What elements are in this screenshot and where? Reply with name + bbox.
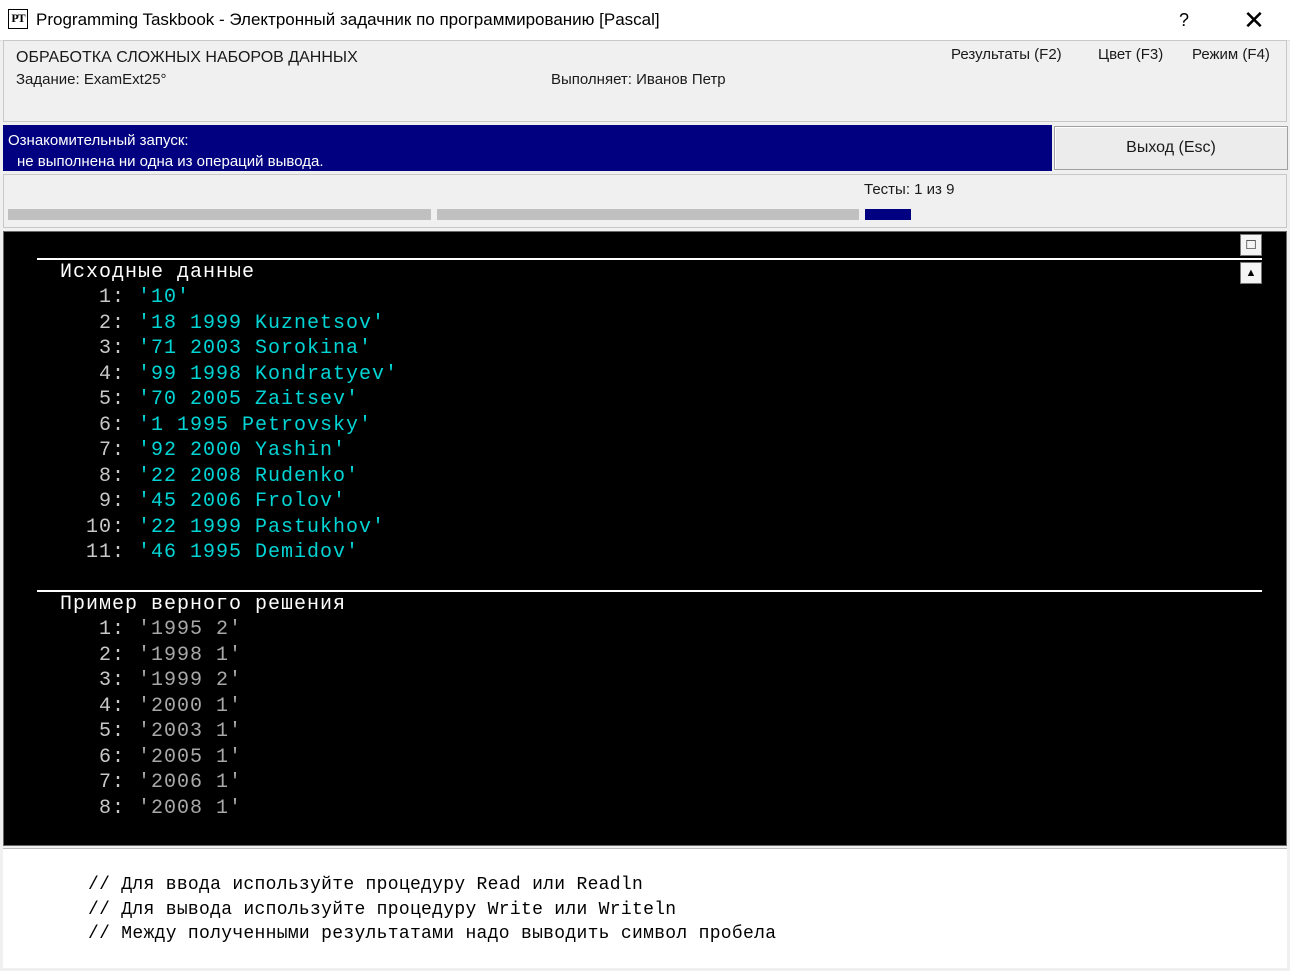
status-message: Ознакомительный запуск: не выполнена ни … <box>3 125 1052 171</box>
string-value: '2003 1' <box>138 720 243 743</box>
string-value: '1998 1' <box>138 643 243 667</box>
list-item: 3: '71 2003 Sorokina' <box>60 336 398 362</box>
comment-lines: // Для ввода используйте процедуру Read … <box>88 873 776 947</box>
line-number: 6: <box>60 413 139 437</box>
line-number: 5: <box>60 720 139 743</box>
list-item: 2: '1998 1' <box>60 643 242 669</box>
line-number: 6: <box>60 745 139 769</box>
string-value: '92 2000 Yashin' <box>138 439 347 462</box>
close-button[interactable]: ✕ <box>1232 4 1276 36</box>
string-value: '2006 1' <box>138 771 243 794</box>
line-number: 7: <box>60 439 139 462</box>
line-number: 2: <box>60 643 139 667</box>
data-console: □ ▲ Исходные данные 1: '10' 2: '18 1999 … <box>3 231 1287 846</box>
line-number: 5: <box>60 388 139 411</box>
status-line-2: не выполнена ни одна из операций вывода. <box>17 153 324 170</box>
string-value: '1995 2' <box>138 618 243 641</box>
list-item: 7: '2006 1' <box>60 770 242 796</box>
string-value: '10' <box>138 286 191 309</box>
list-item: 8: '2008 1' <box>60 796 242 822</box>
tests-label: Тесты: 1 из 9 <box>864 181 955 198</box>
list-item: 1: '1995 2' <box>60 617 242 643</box>
list-item: 6: '1 1995 Petrovsky' <box>60 413 398 439</box>
line-number: 11: <box>60 541 139 564</box>
window-title: Programming Taskbook - Электронный задач… <box>36 10 660 29</box>
list-item: 4: '2000 1' <box>60 694 242 720</box>
string-value: '71 2003 Sorokina' <box>138 337 373 360</box>
color-link[interactable]: Цвет (F3) <box>1098 46 1163 63</box>
string-value: '1999 2' <box>138 669 243 692</box>
list-item: 11: '46 1995 Demidov' <box>60 540 398 566</box>
list-item: 1: '10' <box>60 285 398 311</box>
line-number: 7: <box>60 771 139 794</box>
list-item: 4: '99 1998 Kondratyev' <box>60 362 398 388</box>
line-number: 10: <box>60 515 139 539</box>
test-progress-bar[interactable] <box>8 209 431 220</box>
comment-line: // Для вывода используйте процедуру Writ… <box>88 899 677 920</box>
list-item: 8: '22 2008 Rudenko' <box>60 464 398 490</box>
line-number: 1: <box>60 286 139 309</box>
scroll-up-icon[interactable]: ▲ <box>1240 262 1262 284</box>
section-title: ОБРАБОТКА СЛОЖНЫХ НАБОРОВ ДАННЫХ <box>16 49 358 66</box>
tests-panel: Тесты: 1 из 9 <box>3 174 1287 228</box>
line-number: 2: <box>60 311 139 335</box>
task-header: ОБРАБОТКА СЛОЖНЫХ НАБОРОВ ДАННЫХ Задание… <box>3 40 1287 122</box>
list-item: 5: '70 2005 Zaitsev' <box>60 387 398 413</box>
input-list: 1: '10' 2: '18 1999 Kuznetsov' 3: '71 20… <box>60 285 398 566</box>
test-progress-current[interactable] <box>865 209 911 220</box>
line-number: 8: <box>60 796 139 820</box>
input-heading: Исходные данные <box>60 261 256 284</box>
string-value: '99 1998 Kondratyev' <box>138 362 399 386</box>
title-bar: PT Programming Taskbook - Электронный за… <box>0 0 1290 41</box>
help-button[interactable]: ? <box>1168 6 1200 34</box>
list-item: 2: '18 1999 Kuznetsov' <box>60 311 398 337</box>
example-heading: Пример верного решения <box>60 593 347 616</box>
string-value: '18 1999 Kuznetsov' <box>138 311 386 335</box>
string-value: '1 1995 Petrovsky' <box>138 413 373 437</box>
line-number: 3: <box>60 337 139 360</box>
test-progress-bar[interactable] <box>437 209 859 220</box>
list-item: 9: '45 2006 Frolov' <box>60 489 398 515</box>
task-label: Задание: ExamExt25° <box>16 71 167 88</box>
performer-label: Выполняет: Иванов Петр <box>551 71 726 88</box>
string-value: '2005 1' <box>138 745 243 769</box>
line-number: 1: <box>60 618 139 641</box>
comment-line: // Для ввода используйте процедуру Read … <box>88 875 644 895</box>
list-item: 5: '2003 1' <box>60 719 242 745</box>
list-item: 7: '92 2000 Yashin' <box>60 438 398 464</box>
maximize-icon[interactable]: □ <box>1240 234 1262 256</box>
list-item: 3: '1999 2' <box>60 668 242 694</box>
example-list: 1: '1995 2' 2: '1998 1' 3: '1999 2' 4: '… <box>60 617 242 821</box>
status-line-1: Ознакомительный запуск: <box>8 132 189 149</box>
comments-panel: // Для ввода используйте процедуру Read … <box>3 848 1287 968</box>
string-value: '2000 1' <box>138 694 243 718</box>
string-value: '22 1999 Pastukhov' <box>138 515 386 539</box>
line-number: 8: <box>60 464 139 488</box>
list-item: 6: '2005 1' <box>60 745 242 771</box>
string-value: '22 2008 Rudenko' <box>138 464 360 488</box>
string-value: '70 2005 Zaitsev' <box>138 388 360 411</box>
line-number: 4: <box>60 694 139 718</box>
list-item: 10: '22 1999 Pastukhov' <box>60 515 398 541</box>
string-value: '46 1995 Demidov' <box>138 541 360 564</box>
exit-button[interactable]: Выход (Esc) <box>1054 126 1288 170</box>
comment-line: // Между полученными результатами надо в… <box>88 924 777 944</box>
results-link[interactable]: Результаты (F2) <box>951 46 1062 63</box>
mode-link[interactable]: Режим (F4) <box>1192 46 1270 63</box>
app-icon: PT <box>8 9 28 29</box>
line-number: 9: <box>60 490 139 513</box>
string-value: '45 2006 Frolov' <box>138 490 347 513</box>
string-value: '2008 1' <box>138 796 243 820</box>
line-number: 4: <box>60 362 139 386</box>
line-number: 3: <box>60 669 139 692</box>
